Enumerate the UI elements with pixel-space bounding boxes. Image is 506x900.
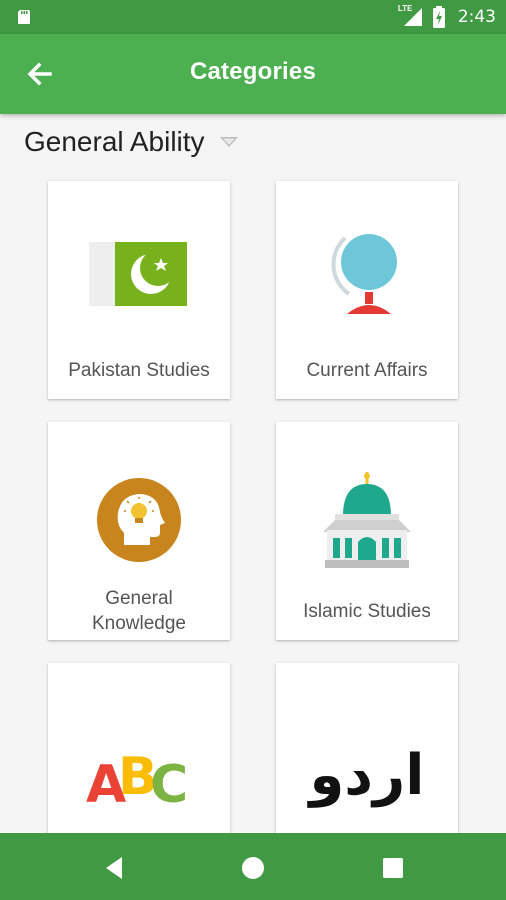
- category-card-current-affairs[interactable]: Current Affairs: [276, 181, 458, 399]
- category-label: Pakistan Studies: [68, 360, 210, 381]
- nav-home-icon[interactable]: [238, 853, 268, 883]
- category-grid: Pakistan Studies Current Affairs General…: [0, 0, 506, 900]
- globe-icon: [331, 233, 397, 314]
- category-label: Current Affairs: [306, 360, 428, 381]
- system-navigation-bar: [0, 833, 506, 900]
- abc-letters-icon: A B C: [86, 747, 188, 815]
- urdu-script-icon: اردو: [310, 743, 425, 808]
- head-lightbulb-icon: [97, 477, 181, 562]
- category-card-pakistan-studies[interactable]: Pakistan Studies: [48, 181, 230, 399]
- category-card-islamic-studies[interactable]: Islamic Studies: [276, 422, 458, 640]
- nav-back-icon[interactable]: [100, 853, 130, 883]
- mosque-icon: [323, 471, 411, 568]
- category-card-general-knowledge[interactable]: General Knowledge: [48, 422, 230, 640]
- abc-letter-c: C: [150, 755, 188, 815]
- category-label: Islamic Studies: [303, 601, 431, 622]
- nav-recents-icon[interactable]: [378, 853, 408, 883]
- pakistan-flag-icon: [89, 241, 187, 306]
- category-label: General Knowledge: [91, 588, 187, 634]
- urdu-text: اردو: [309, 743, 425, 808]
